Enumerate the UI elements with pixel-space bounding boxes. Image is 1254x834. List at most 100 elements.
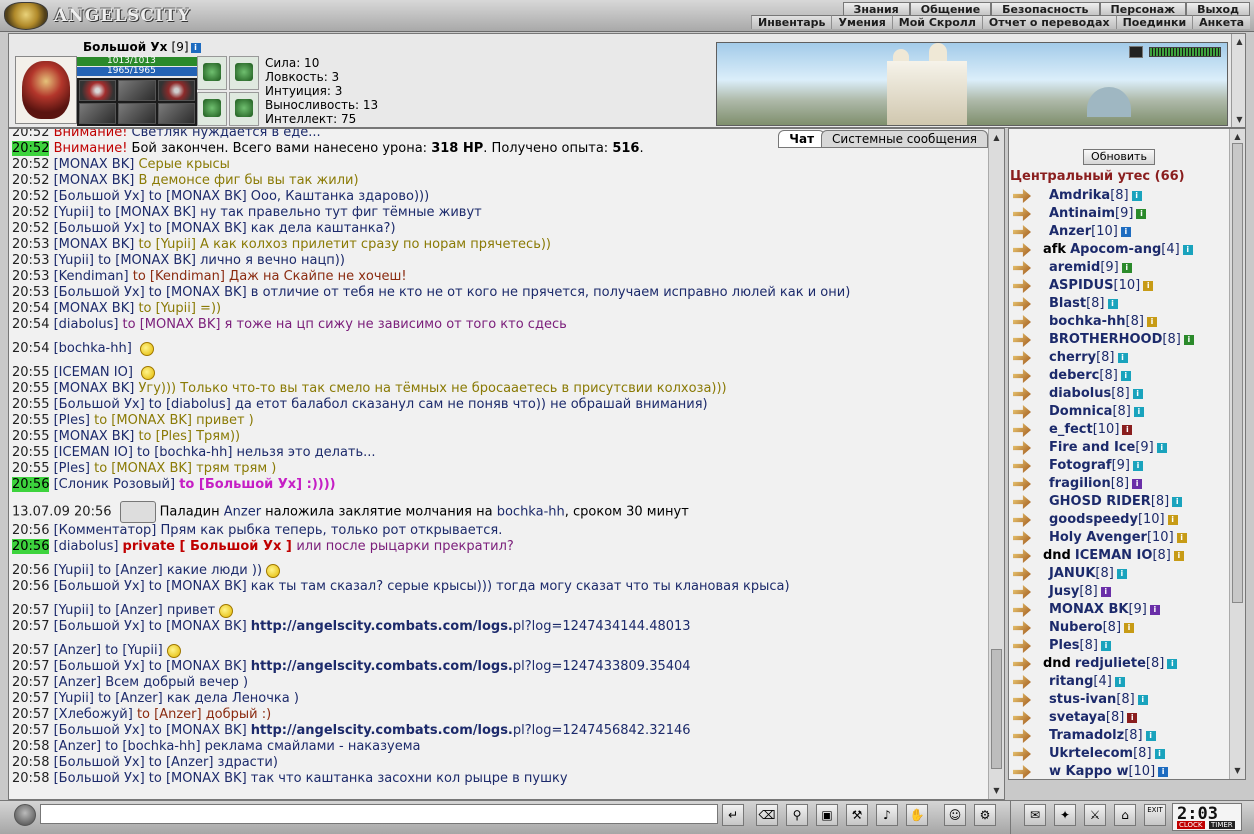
chat-timestamp[interactable]: 20:57 xyxy=(12,707,49,722)
chat-nick[interactable]: [diabolus] xyxy=(54,539,123,554)
chat-nick[interactable]: [Большой Ух] xyxy=(54,189,149,204)
user-info-icon[interactable]: i xyxy=(1143,281,1154,291)
location-scene[interactable] xyxy=(716,42,1228,126)
scroll-thumb[interactable] xyxy=(991,649,1002,769)
submenu-skills[interactable]: Умения xyxy=(831,15,892,29)
map-icon[interactable]: ✦ xyxy=(1054,804,1076,826)
chat-nick[interactable]: [Хлебожуй] xyxy=(54,707,137,722)
chat-scrollbar[interactable]: ▲ ▼ xyxy=(988,129,1004,799)
user-info-icon[interactable]: i xyxy=(1156,443,1167,453)
chat-timestamp[interactable]: 20:55 xyxy=(12,413,49,428)
submenu-transfer-report[interactable]: Отчет о переводах xyxy=(981,15,1116,29)
quick-slot[interactable] xyxy=(197,92,227,126)
equip-slot[interactable] xyxy=(79,80,117,101)
equip-slot[interactable] xyxy=(79,103,117,124)
chat-nick[interactable]: [bochka-hh] xyxy=(54,341,136,356)
user-name[interactable]: Ples xyxy=(1049,637,1080,655)
chat-text[interactable]: http://angelscity.combats.com/logs. xyxy=(251,619,513,634)
user-name[interactable]: svetaya xyxy=(1049,709,1106,727)
chat-nick[interactable]: [Большой Ух] xyxy=(54,659,149,674)
submenu-inventory[interactable]: Инвентарь xyxy=(751,15,832,29)
avatar[interactable] xyxy=(14,804,36,826)
private-message-icon[interactable] xyxy=(1013,585,1031,599)
private-message-icon[interactable] xyxy=(1013,441,1031,455)
private-message-icon[interactable] xyxy=(1013,261,1031,275)
user-info-icon[interactable]: i xyxy=(1167,659,1178,669)
user-name[interactable]: GHOSD RIDER xyxy=(1049,493,1151,511)
menu-security[interactable]: Безопасность xyxy=(991,2,1100,16)
chat-nick[interactable]: [Yupii] xyxy=(54,691,98,706)
private-message-icon[interactable] xyxy=(1013,621,1031,635)
user-name[interactable]: Apocom-ang xyxy=(1070,241,1161,259)
user-name[interactable]: Tramadolz xyxy=(1049,727,1124,745)
chat-timestamp[interactable]: 20:58 xyxy=(12,771,49,786)
user-name[interactable]: fragilion xyxy=(1049,475,1111,493)
private-message-icon[interactable] xyxy=(1013,207,1031,221)
private-message-icon[interactable] xyxy=(1013,369,1031,383)
scroll-thumb[interactable] xyxy=(1232,143,1243,603)
user-info-icon[interactable]: i xyxy=(1158,767,1169,777)
submenu-duels[interactable]: Поединки xyxy=(1115,15,1193,29)
user-name[interactable]: Nubero xyxy=(1049,619,1103,637)
chat-text[interactable]: http://angelscity.combats.com/logs. xyxy=(251,659,513,674)
chat-nick[interactable]: [Большой Ух] xyxy=(54,221,149,236)
user-name[interactable]: redjuliete xyxy=(1075,655,1146,673)
user-name[interactable]: JANUK xyxy=(1049,565,1095,583)
chat-nick[interactable]: [Большой Ух] xyxy=(54,285,149,300)
chat-timestamp[interactable]: 20:55 xyxy=(12,365,49,380)
menu-exit[interactable]: Выход xyxy=(1186,2,1250,16)
user-name[interactable]: ritang xyxy=(1049,673,1093,691)
private-message-icon[interactable] xyxy=(1013,675,1031,689)
user-info-icon[interactable]: i xyxy=(1116,569,1127,579)
user-name[interactable]: stus-ivan xyxy=(1049,691,1116,709)
private-message-icon[interactable] xyxy=(1013,315,1031,329)
user-name[interactable]: w Kappo w xyxy=(1049,763,1128,779)
user-info-icon[interactable]: i xyxy=(1127,713,1138,723)
settings-icon[interactable]: ⚙ xyxy=(974,804,996,826)
bag-icon[interactable]: ✉ xyxy=(1024,804,1046,826)
chat-nick[interactable]: [ICEMAN IO] xyxy=(54,445,137,460)
private-message-icon[interactable] xyxy=(1013,495,1031,509)
chat-timestamp[interactable]: 20:53 xyxy=(12,237,49,252)
equip-slot[interactable] xyxy=(118,80,156,101)
chat-nick[interactable]: [MONAX BK] xyxy=(54,237,139,252)
user-name[interactable]: Domnica xyxy=(1049,403,1112,421)
chat-timestamp[interactable]: 20:53 xyxy=(12,285,49,300)
chat-nick[interactable]: [MONAX BK] xyxy=(54,381,139,396)
chat-timestamp[interactable]: 20:52 xyxy=(12,141,50,156)
user-name[interactable]: Jusy xyxy=(1049,583,1079,601)
flag-icon[interactable] xyxy=(1129,46,1143,58)
online-scrollbar[interactable]: ▲ ▼ xyxy=(1229,129,1245,779)
private-message-icon[interactable] xyxy=(1013,405,1031,419)
private-message-icon[interactable] xyxy=(1013,279,1031,293)
private-message-icon[interactable] xyxy=(1013,639,1031,653)
hand-icon[interactable]: ✋ xyxy=(906,804,928,826)
menu-character[interactable]: Персонаж xyxy=(1099,2,1187,16)
private-message-icon[interactable] xyxy=(1013,297,1031,311)
private-message-icon[interactable] xyxy=(1013,747,1031,761)
private-message-icon[interactable] xyxy=(1013,729,1031,743)
user-info-icon[interactable]: i xyxy=(1154,749,1165,759)
chat-timestamp[interactable]: 20:58 xyxy=(12,755,49,770)
user-name[interactable]: diabolus xyxy=(1049,385,1111,403)
fight-icon[interactable]: ⚔ xyxy=(1084,804,1106,826)
chat-nick[interactable]: [Слоник Розовый] xyxy=(54,477,180,492)
user-info-icon[interactable]: i xyxy=(1124,623,1135,633)
chat-nick[interactable]: [Yupii] xyxy=(54,563,98,578)
chat-timestamp[interactable]: 20:57 xyxy=(12,723,49,738)
equip-slot[interactable] xyxy=(118,103,156,124)
chat-nick[interactable]: [MONAX BK] xyxy=(54,173,139,188)
chat-nick[interactable]: [Ples] xyxy=(54,461,95,476)
chat-nick[interactable]: [Комментатор] xyxy=(54,523,161,538)
private-message-icon[interactable] xyxy=(1013,657,1031,671)
user-info-icon[interactable]: i xyxy=(1183,335,1194,345)
chat-nick[interactable]: [Anzer] xyxy=(54,643,106,658)
tab-system-messages[interactable]: Системные сообщения xyxy=(821,130,988,148)
send-icon[interactable]: ↵ xyxy=(722,804,744,826)
smiley-icon[interactable]: ☺ xyxy=(944,804,966,826)
user-name[interactable]: Fire and Ice xyxy=(1049,439,1135,457)
chat-nick[interactable]: [Большой Ух] xyxy=(54,579,149,594)
private-message-icon[interactable] xyxy=(1013,603,1031,617)
save-icon[interactable]: ▣ xyxy=(816,804,838,826)
private-message-icon[interactable] xyxy=(1013,765,1031,779)
